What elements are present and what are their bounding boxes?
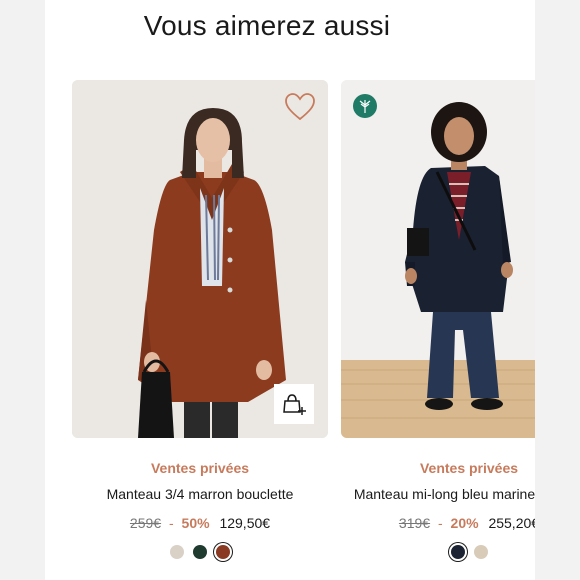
sale-tag: Ventes privées [150, 460, 250, 476]
discount: 50% [181, 515, 210, 531]
color-swatches [72, 545, 328, 559]
sale-price: 129,50€ [219, 515, 271, 531]
old-price: 319€ [398, 515, 431, 531]
wishlist-heart-icon[interactable] [284, 92, 316, 122]
eco-leaf-icon [353, 94, 377, 118]
sale-tag: Ventes privées [419, 460, 519, 476]
swatch-brown-selected[interactable] [216, 545, 230, 559]
sale-price: 255,20€ [488, 515, 535, 531]
product-recommendations: Vous aimerez aussi Ventes privées Mantea… [45, 0, 535, 580]
product-card-brown-coat[interactable]: Ventes privées Manteau 3/4 marron boucle… [72, 80, 328, 559]
product-name[interactable]: Manteau mi-long bleu marine lainage [341, 484, 535, 505]
add-to-bag-icon [283, 394, 306, 415]
swatch-green[interactable] [193, 545, 207, 559]
price-separator: - [437, 515, 443, 531]
model-photo-navy-coat [341, 80, 535, 438]
product-card-navy-coat[interactable]: Ventes privées Manteau mi-long bleu mari… [341, 80, 535, 559]
price-row: 259€ - 50% 129,50€ [72, 515, 328, 531]
swatch-beige[interactable] [170, 545, 184, 559]
price-row: 319€ - 20% 255,20€ [341, 515, 535, 531]
discount: 20% [450, 515, 479, 531]
color-swatches [341, 545, 535, 559]
product-image[interactable] [341, 80, 535, 438]
price-separator: - [168, 515, 174, 531]
swatch-navy-selected[interactable] [450, 545, 465, 559]
add-to-bag-button[interactable] [274, 384, 314, 424]
old-price: 259€ [129, 515, 162, 531]
product-image[interactable] [72, 80, 328, 438]
swatch-beige[interactable] [473, 545, 488, 559]
section-title: Vous aimerez aussi [143, 10, 391, 41]
product-name[interactable]: Manteau 3/4 marron bouclette [72, 484, 328, 505]
